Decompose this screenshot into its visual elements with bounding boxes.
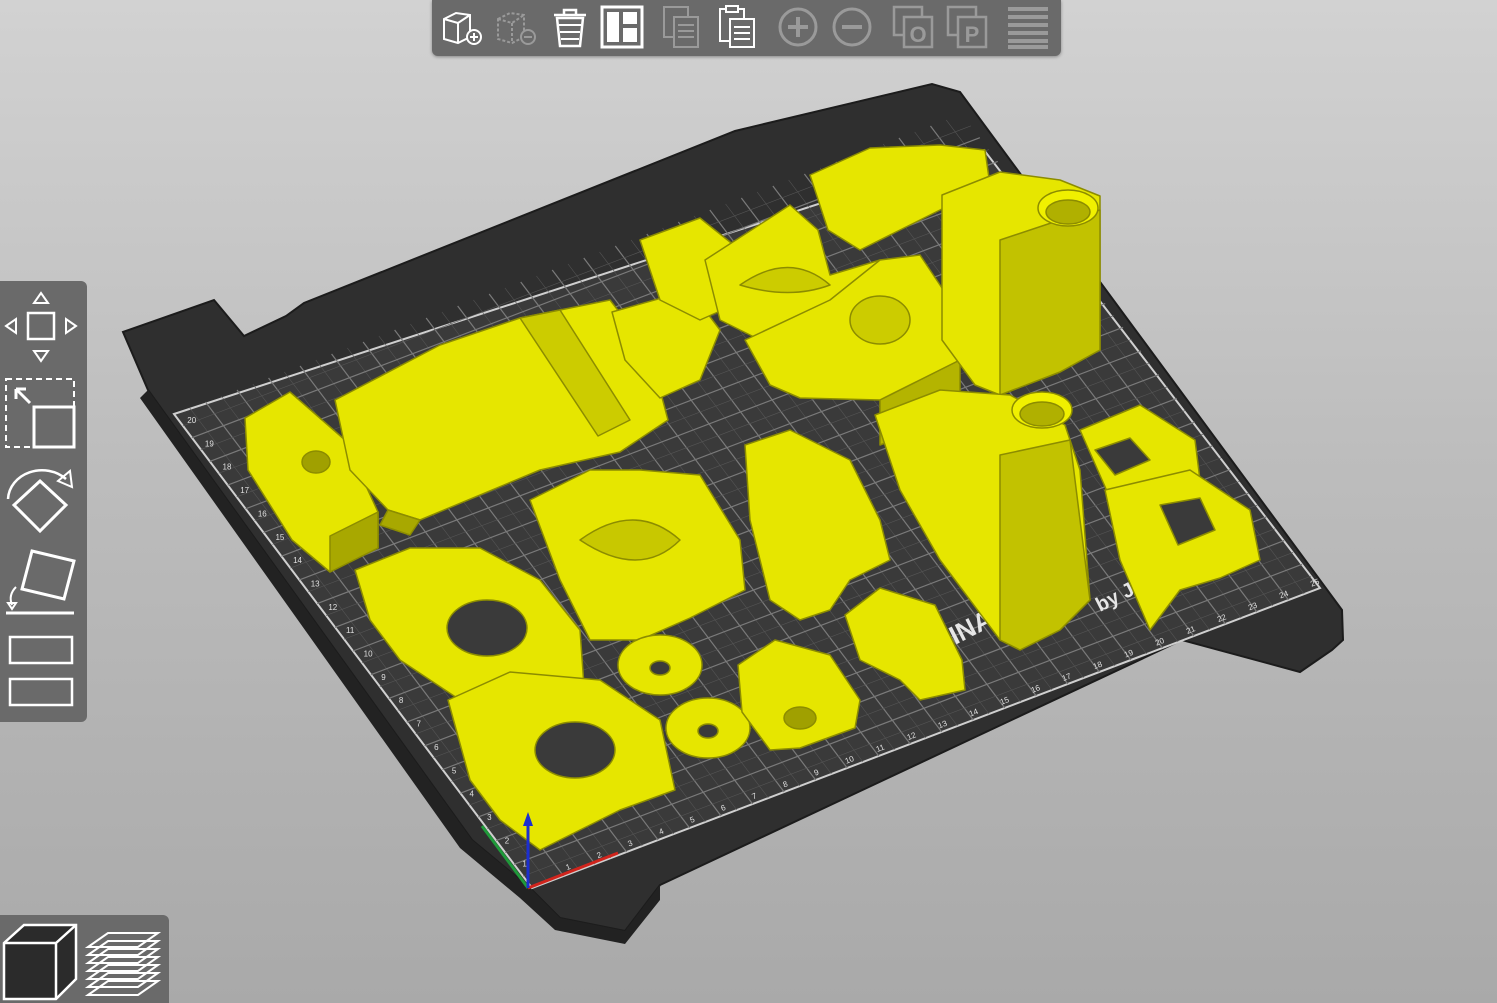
copy-icon[interactable] [658,3,706,51]
preview-icon[interactable] [84,921,164,1001]
gizmo-toolbar [0,281,87,722]
paste-icon[interactable] [712,3,760,51]
svg-text:P: P [965,22,980,47]
place-on-face-icon[interactable] [2,547,82,623]
split-to-objects-icon[interactable]: O [890,3,938,51]
y-tick-label: 5 [452,766,457,775]
y-tick-label: 4 [469,790,474,799]
y-tick-label: 10 [364,650,373,659]
3d-view-icon[interactable] [2,921,82,1001]
y-tick-label: 9 [381,673,386,682]
y-tick-label: 11 [346,626,355,635]
add-object-icon[interactable] [438,3,486,51]
y-tick-label: 6 [434,743,439,752]
y-tick-label: 16 [258,509,267,518]
y-tick-label: 13 [311,579,320,588]
y-tick-label: 2 [505,836,510,845]
delete-all-icon[interactable] [546,3,594,51]
rotate-icon[interactable] [2,461,82,541]
y-tick-label: 3 [487,813,492,822]
y-tick-label: 7 [417,720,422,729]
scale-icon[interactable] [2,373,82,453]
remove-object-icon[interactable] [492,3,540,51]
y-tick-label: 14 [293,556,302,565]
top-toolbar: O P [432,0,1061,56]
add-instance-icon[interactable] [774,3,822,51]
remove-instance-icon[interactable] [828,3,876,51]
move-icon[interactable] [2,287,82,367]
y-tick-label: 20 [187,416,196,425]
y-tick-label: 15 [275,533,284,542]
svg-text:O: O [909,22,926,47]
y-tick-label: 19 [205,439,214,448]
view-toolbar [0,915,169,1003]
y-tick-label: 18 [223,463,232,472]
y-tick-label: 12 [328,603,337,612]
layers-editing-icon[interactable] [1004,3,1052,51]
split-to-parts-icon[interactable]: P [944,3,992,51]
arrange-icon[interactable] [598,3,646,51]
y-tick-label: 17 [240,486,249,495]
y-tick-label: 8 [399,696,404,705]
3d-viewport[interactable]: 1234567891011121314151617181920212223242… [0,0,1497,1003]
cut-icon[interactable] [2,633,82,713]
